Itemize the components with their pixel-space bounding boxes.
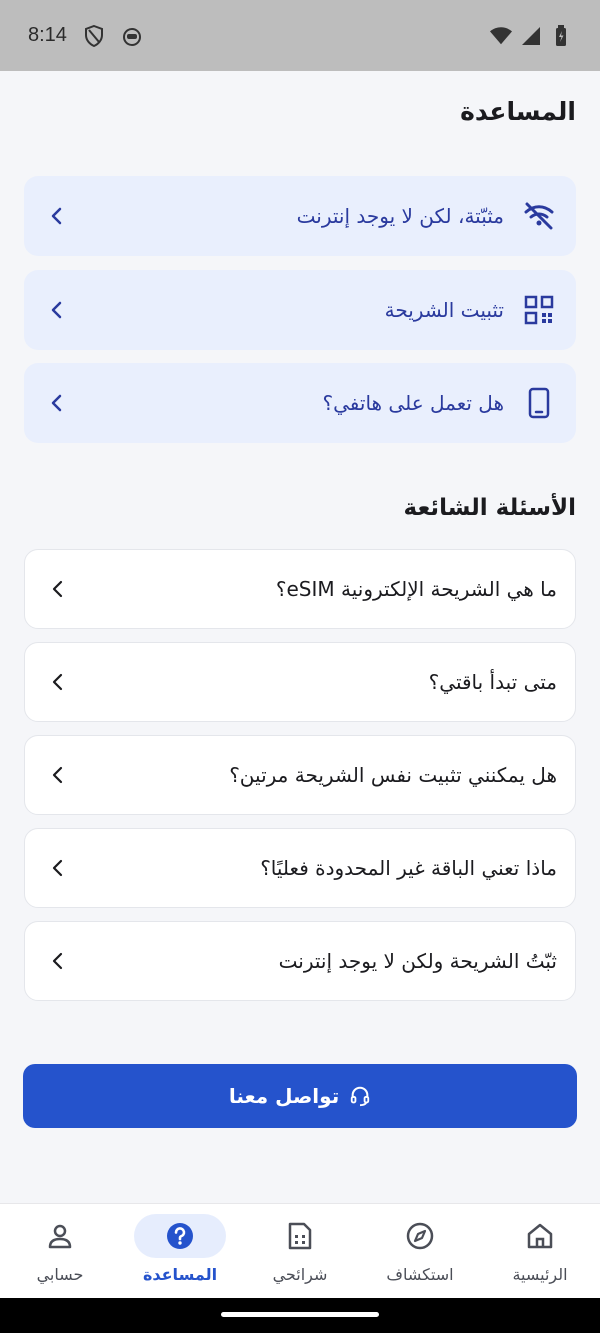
- nav-item-home[interactable]: الرئيسية: [480, 1204, 600, 1299]
- wifi-signal-icon: [490, 25, 512, 47]
- nav-label: المساعدة: [142, 1265, 218, 1284]
- chevron-left-icon: [49, 858, 65, 878]
- faq-question: ماذا تعني الباقة غير المحدودة فعليًا؟: [260, 856, 557, 880]
- nav-label: شرائحي: [272, 1265, 328, 1284]
- status-time: 8:14: [28, 24, 67, 46]
- faq-question: ما هي الشريحة الإلكترونية eSIM؟: [275, 577, 557, 601]
- nav-item-account[interactable]: حسابي: [0, 1204, 120, 1299]
- quick-action-label: تثبيت الشريحة: [384, 298, 504, 322]
- nav-label: الرئيسية: [512, 1265, 568, 1284]
- wifi-off-icon: [522, 196, 556, 236]
- help-screen: المساعدة مثبّتة، لكن لا يوجد إنترنت تثبي…: [0, 71, 600, 1203]
- faq-question: متى تبدأ باقتي؟: [428, 670, 557, 694]
- nav-item-my-esims[interactable]: شرائحي: [240, 1204, 360, 1299]
- qr-code-icon: [522, 290, 556, 330]
- chevron-left-icon: [49, 672, 65, 692]
- vpn-shield-icon: [83, 24, 105, 47]
- home-gesture-handle[interactable]: [221, 1312, 379, 1317]
- chevron-left-icon: [49, 951, 65, 971]
- faq-item[interactable]: ما هي الشريحة الإلكترونية eSIM؟: [24, 549, 576, 629]
- app-notification-icon: [121, 25, 143, 47]
- quick-action-install-esim[interactable]: تثبيت الشريحة: [24, 270, 576, 350]
- faq-item[interactable]: ثبّتُ الشريحة ولكن لا يوجد إنترنت: [24, 921, 576, 1001]
- user-icon: [14, 1214, 106, 1258]
- faq-question: ثبّتُ الشريحة ولكن لا يوجد إنترنت: [278, 949, 557, 973]
- system-navigation-bar: [0, 1298, 600, 1333]
- battery-icon: [550, 24, 572, 47]
- chevron-left-icon: [48, 393, 64, 413]
- faq-section-title: الأسئلة الشائعة: [403, 495, 577, 521]
- nav-item-help[interactable]: المساعدة: [120, 1204, 240, 1299]
- chevron-left-icon: [49, 579, 65, 599]
- phone-icon: [522, 383, 556, 423]
- faq-item[interactable]: متى تبدأ باقتي؟: [24, 642, 576, 722]
- chevron-left-icon: [48, 300, 64, 320]
- chevron-left-icon: [49, 765, 65, 785]
- status-bar: 8:14: [0, 0, 600, 71]
- headset-icon: [349, 1085, 371, 1107]
- faq-question: هل يمكنني تثبيت نفس الشريحة مرتين؟: [229, 763, 557, 787]
- quick-action-no-internet[interactable]: مثبّتة، لكن لا يوجد إنترنت: [24, 176, 576, 256]
- sim-card-icon: [254, 1214, 346, 1258]
- nav-item-explore[interactable]: استكشاف: [360, 1204, 480, 1299]
- help-icon: [134, 1214, 226, 1258]
- quick-action-label: هل تعمل على هاتفي؟: [322, 391, 504, 415]
- page-title: المساعدة: [460, 97, 576, 126]
- bottom-navigation: حسابي المساعدة شرائحي استكشاف الرئيسية: [0, 1203, 600, 1298]
- nav-label: حسابي: [36, 1265, 84, 1284]
- chevron-left-icon: [48, 206, 64, 226]
- contact-us-button[interactable]: تواصل معنا: [23, 1064, 577, 1128]
- home-icon: [494, 1214, 586, 1258]
- cell-signal-icon: [520, 25, 542, 47]
- quick-action-label: مثبّتة، لكن لا يوجد إنترنت: [296, 204, 504, 228]
- faq-item[interactable]: هل يمكنني تثبيت نفس الشريحة مرتين؟: [24, 735, 576, 815]
- compass-icon: [374, 1214, 466, 1258]
- contact-us-label: تواصل معنا: [228, 1084, 340, 1108]
- nav-label: استكشاف: [386, 1265, 454, 1284]
- faq-item[interactable]: ماذا تعني الباقة غير المحدودة فعليًا؟: [24, 828, 576, 908]
- quick-action-compatibility[interactable]: هل تعمل على هاتفي؟: [24, 363, 576, 443]
